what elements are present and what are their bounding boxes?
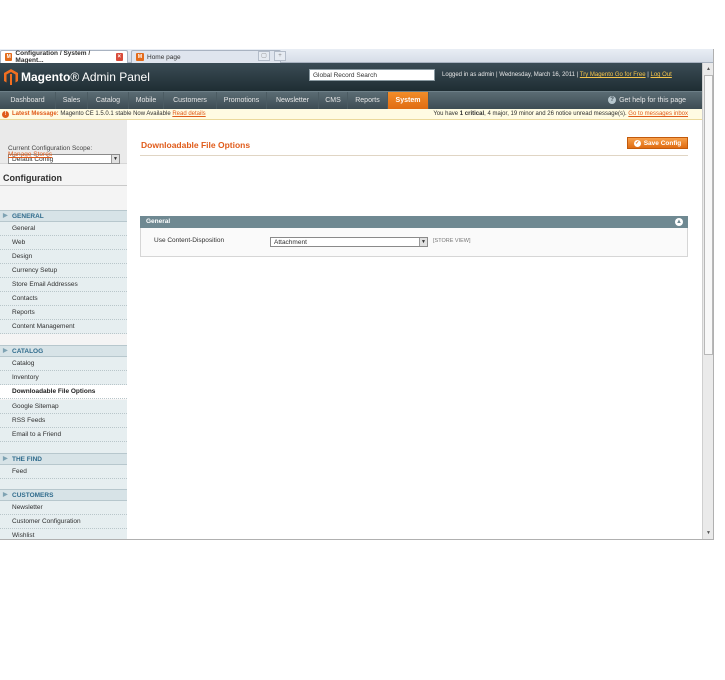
sidebar-spacer (0, 442, 127, 453)
sidebar-spacer (0, 479, 127, 489)
browser-tab-configuration[interactable]: M Configuration / System / Magent... × (0, 50, 128, 64)
section-catalog[interactable]: ▶ CATALOG (0, 345, 127, 357)
nav-dashboard[interactable]: Dashboard (0, 92, 56, 109)
new-tab-icon[interactable]: + (274, 51, 286, 61)
magento-favicon-icon: M (136, 53, 144, 61)
triangle-right-icon: ▶ (3, 348, 8, 354)
latest-message: Latest Message: Magento CE 1.5.0.1 stabl… (12, 111, 206, 117)
nav-mobile[interactable]: Mobile (129, 92, 164, 109)
magento-favicon-icon: M (5, 53, 13, 61)
sidebar-item-newsletter[interactable]: Newsletter (0, 501, 127, 515)
browser-tab-bar: M Configuration / System / Magent... × M… (0, 49, 713, 64)
logged-in-text: Logged in as admin | Wednesday, March 16… (442, 72, 579, 78)
sidebar-item-reports[interactable]: Reports (0, 306, 127, 320)
sidebar-item-store-email-addresses[interactable]: Store Email Addresses (0, 278, 127, 292)
sidebar-item-web[interactable]: Web (0, 236, 127, 250)
sidebar-item-rss-feeds[interactable]: RSS Feeds (0, 414, 127, 428)
manage-stores-link[interactable]: Manage Stores (8, 151, 52, 158)
scope-hint: [STORE VIEW] (433, 238, 471, 244)
nav-reports[interactable]: Reports (348, 92, 388, 109)
page-title: Downloadable File Options (141, 140, 251, 150)
section-general[interactable]: ▶ GENERAL (0, 210, 127, 222)
collapse-icon[interactable]: ▲ (675, 218, 683, 226)
nav-cms[interactable]: CMS (319, 92, 348, 109)
help-link-label: Get help for this page (619, 96, 686, 104)
field-label: Use Content-Disposition (154, 237, 225, 244)
magento-logo-icon (4, 69, 18, 85)
triangle-right-icon: ▶ (3, 492, 8, 498)
section-customers[interactable]: ▶ CUSTOMERS (0, 489, 127, 501)
triangle-right-icon: ▶ (3, 456, 8, 462)
sidebar-item-inventory[interactable]: Inventory (0, 371, 127, 385)
main-nav: Dashboard Sales Catalog Mobile Customers… (0, 91, 713, 109)
nav-system[interactable]: System (388, 92, 429, 109)
nav-newsletter[interactable]: Newsletter (267, 92, 319, 109)
section-the-find[interactable]: ▶ THE FIND (0, 453, 127, 465)
scroll-down-icon[interactable]: ▼ (704, 529, 713, 538)
sidebar-item-catalog[interactable]: Catalog (0, 357, 127, 371)
message-summary: You have 1 critical, 4 major, 19 minor a… (433, 111, 688, 117)
check-icon: ✓ (633, 139, 641, 147)
scroll-thumb[interactable] (704, 75, 713, 355)
nav-sales[interactable]: Sales (56, 92, 88, 109)
sidebar-item-contacts[interactable]: Contacts (0, 292, 127, 306)
vertical-scrollbar[interactable]: ▲ ▼ (702, 63, 713, 539)
browser-window: M Configuration / System / Magent... × M… (0, 49, 714, 540)
logo-text: Magento® Admin Panel (21, 70, 150, 84)
content-disposition-select[interactable]: Attachment ▼ (270, 237, 428, 247)
logout-link[interactable]: Log Out (650, 72, 671, 78)
sidebar-item-feed[interactable]: Feed (0, 465, 127, 479)
nav-promotions[interactable]: Promotions (217, 92, 267, 109)
admin-header: Magento® Admin Panel Logged in as admin … (0, 63, 713, 91)
sidebar-item-downloadable-file-options[interactable]: Downloadable File Options (0, 385, 127, 399)
sidebar-item-email-to-a-friend[interactable]: Email to a Friend (0, 428, 127, 442)
fieldset-header-general[interactable]: General ▲ (140, 216, 688, 228)
save-config-button[interactable]: ✓ Save Config (627, 137, 688, 149)
global-search-input[interactable] (309, 69, 435, 81)
close-tab-icon[interactable]: × (115, 53, 123, 61)
try-magento-go-link[interactable]: Try Magento Go for Free (580, 72, 646, 78)
browser-tab-title: Home page (147, 53, 181, 61)
alert-icon: ! (2, 111, 9, 118)
sidebar-item-wishlist[interactable]: Wishlist (0, 529, 127, 539)
sidebar-item-general[interactable]: General (0, 222, 127, 236)
scroll-up-icon[interactable]: ▲ (704, 65, 713, 74)
tab-list-icon[interactable]: ▢ (258, 51, 270, 61)
triangle-right-icon: ▶ (3, 213, 8, 219)
divider (140, 155, 688, 156)
chevron-down-icon: ▼ (419, 238, 427, 246)
header-info: Logged in as admin | Wednesday, March 16… (442, 72, 672, 78)
help-link[interactable]: ? Get help for this page (608, 96, 686, 104)
help-icon: ? (608, 96, 617, 104)
sidebar-item-google-sitemap[interactable]: Google Sitemap (0, 400, 127, 414)
nav-customers[interactable]: Customers (164, 92, 217, 109)
read-details-link[interactable]: Read details (172, 111, 205, 117)
sidebar-item-design[interactable]: Design (0, 250, 127, 264)
sidebar-title: Configuration (3, 173, 62, 183)
messages-inbox-link[interactable]: Go to messages inbox (628, 111, 688, 117)
divider (0, 185, 127, 186)
sidebar-item-currency-setup[interactable]: Currency Setup (0, 264, 127, 278)
system-message-bar: ! Latest Message: Magento CE 1.5.0.1 sta… (0, 109, 702, 120)
sidebar-item-content-management[interactable]: Content Management (0, 320, 127, 334)
nav-catalog[interactable]: Catalog (88, 92, 129, 109)
chevron-down-icon: ▼ (111, 155, 119, 163)
browser-tab-title: Configuration / System / Magent... (15, 50, 91, 64)
fieldset-body: Use Content-Disposition Attachment ▼ [ST… (140, 228, 688, 257)
sidebar-item-customer-configuration[interactable]: Customer Configuration (0, 515, 127, 529)
